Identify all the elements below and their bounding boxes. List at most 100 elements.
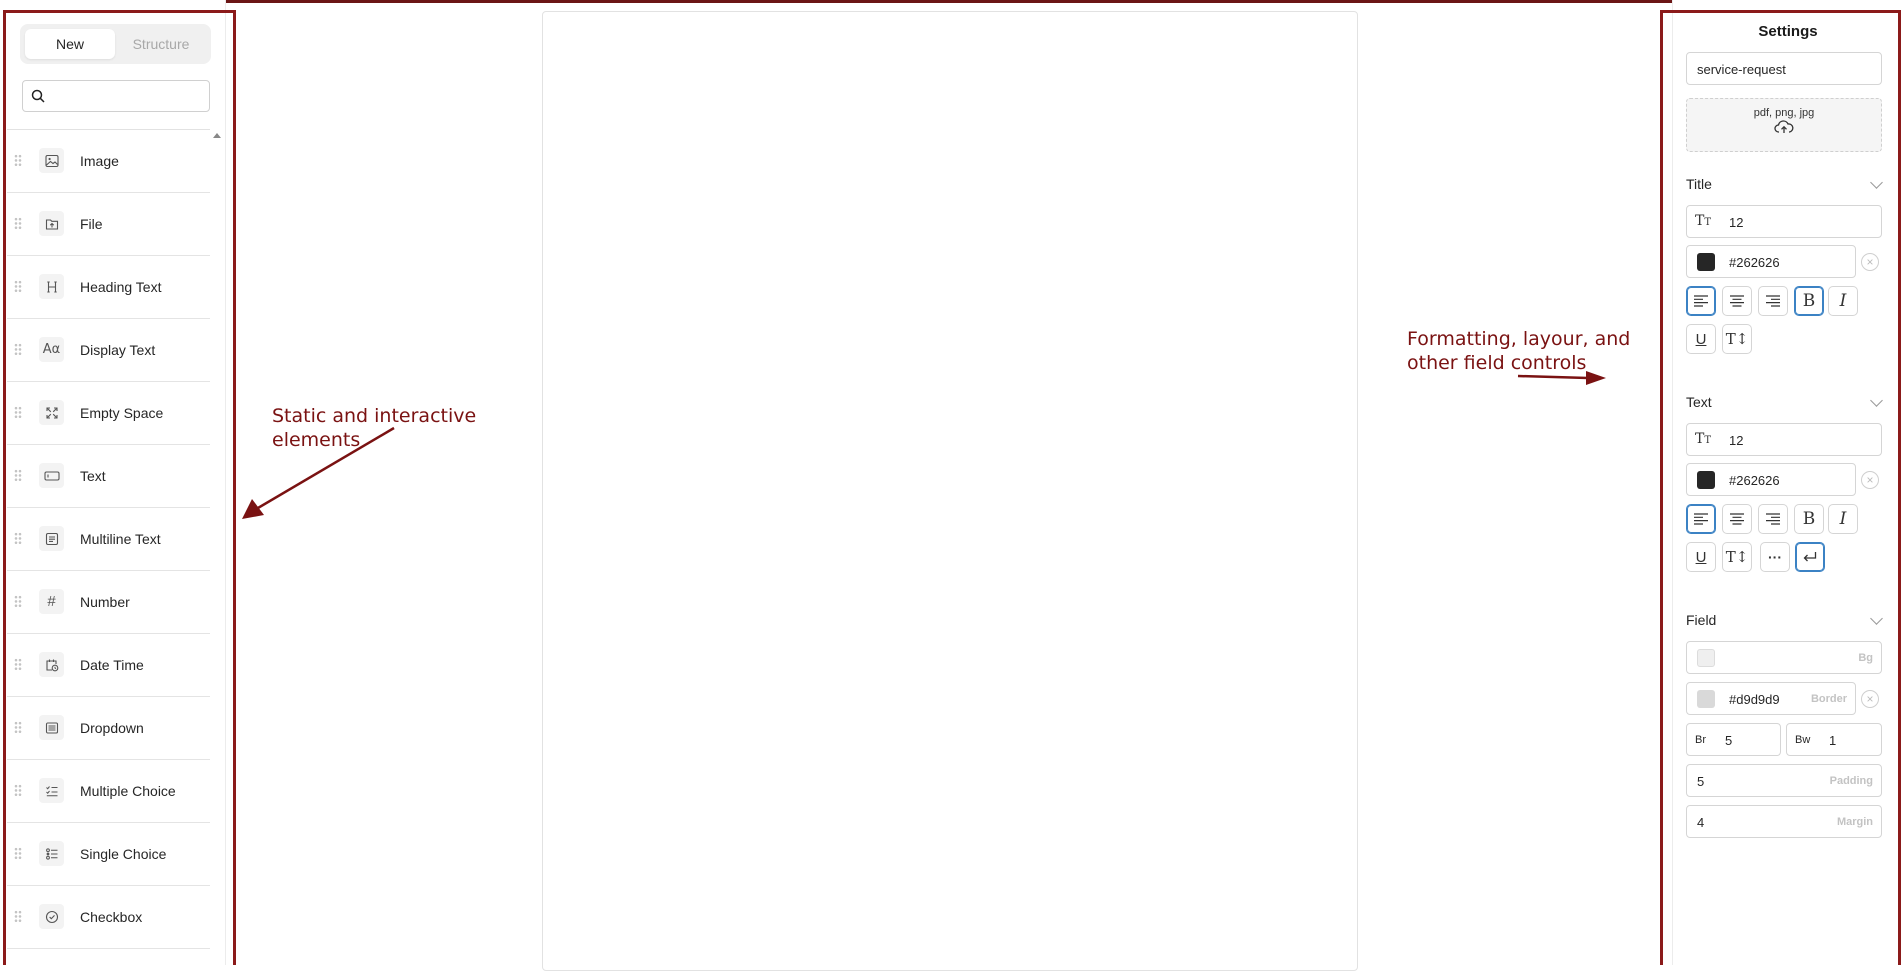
align-left-icon	[1694, 513, 1708, 525]
bold-button[interactable]: B	[1794, 286, 1824, 316]
text-wrap-button[interactable]	[1795, 542, 1825, 572]
drag-handle-icon[interactable]	[14, 343, 22, 356]
annotation-line: elements	[272, 429, 361, 451]
drag-handle-icon[interactable]	[14, 784, 22, 797]
tab-structure[interactable]: Structure	[116, 29, 206, 59]
clear-color-icon[interactable]: ×	[1861, 253, 1879, 271]
heading-icon	[39, 274, 64, 299]
margin-input[interactable]	[1695, 814, 1809, 831]
bold-icon: B	[1802, 291, 1816, 311]
color-swatch[interactable]	[1697, 690, 1715, 708]
element-item-checkbox[interactable]: Checkbox	[7, 886, 210, 949]
element-item-multiple-choice[interactable]: Multiple Choice	[7, 760, 210, 823]
chevron-down-icon[interactable]	[1870, 612, 1883, 625]
drag-handle-icon[interactable]	[14, 154, 22, 167]
underline-icon: U	[1695, 548, 1707, 566]
color-swatch[interactable]	[1697, 253, 1715, 271]
element-label: Number	[80, 594, 130, 610]
align-left-button[interactable]	[1686, 286, 1716, 316]
line-height-button[interactable]: T↕	[1722, 542, 1752, 572]
element-item-text[interactable]: Text	[7, 445, 210, 508]
enter-wrap-icon	[1803, 552, 1817, 562]
text-font-size-input[interactable]	[1727, 432, 1871, 449]
check-circle-icon	[39, 904, 64, 929]
element-label: Checkbox	[80, 909, 143, 925]
text-section-header[interactable]: Text	[1686, 394, 1712, 410]
font-size-icon: TT	[1695, 213, 1712, 229]
drag-handle-icon[interactable]	[14, 280, 22, 293]
field-section-header[interactable]: Field	[1686, 612, 1716, 628]
title-font-size-input[interactable]	[1727, 214, 1871, 231]
italic-button[interactable]: I	[1828, 286, 1858, 316]
drag-handle-icon[interactable]	[14, 910, 22, 923]
title-color-input[interactable]	[1727, 254, 1851, 271]
color-swatch[interactable]	[1697, 649, 1715, 667]
bg-label: Bg	[1858, 652, 1873, 664]
element-item-dropdown[interactable]: Dropdown	[7, 697, 210, 760]
element-label: Dropdown	[80, 720, 144, 736]
element-item-multiline-text[interactable]: Multiline Text	[7, 508, 210, 571]
bold-button[interactable]: B	[1794, 504, 1824, 534]
elements-panel: New Structure Image File Heading Text Aα…	[0, 0, 226, 965]
element-item-date-time[interactable]: Date Time	[7, 634, 210, 697]
element-item-heading-text[interactable]: Heading Text	[7, 256, 210, 319]
align-right-icon	[1766, 295, 1780, 307]
drag-handle-icon[interactable]	[14, 532, 22, 545]
line-height-icon: T↕	[1725, 548, 1749, 566]
drag-handle-icon[interactable]	[14, 406, 22, 419]
ellipsis-button[interactable]: ···	[1760, 542, 1790, 572]
underline-button[interactable]: U	[1686, 542, 1716, 572]
checklist-icon	[39, 778, 64, 803]
border-radius-input[interactable]	[1723, 732, 1777, 749]
scroll-up-arrow[interactable]	[213, 133, 221, 138]
file-upload-icon	[39, 211, 64, 236]
color-swatch[interactable]	[1697, 471, 1715, 489]
align-right-button[interactable]	[1758, 504, 1788, 534]
text-font-size-field: TT	[1686, 423, 1882, 456]
element-item-single-choice[interactable]: Single Choice	[7, 823, 210, 886]
form-canvas[interactable]	[542, 11, 1358, 971]
text-field-icon	[39, 463, 64, 488]
field-bg-input[interactable]	[1727, 650, 1831, 667]
element-item-number[interactable]: # Number	[7, 571, 210, 634]
border-width-input[interactable]	[1827, 732, 1879, 749]
search-input[interactable]	[51, 85, 205, 109]
settings-title: Settings	[1758, 23, 1818, 40]
title-font-size-field: TT	[1686, 205, 1882, 238]
annotation-line: other field controls	[1407, 352, 1587, 374]
settings-panel: Settings pdf, png, jpg Title TT × B I U …	[1672, 0, 1904, 965]
align-center-button[interactable]	[1722, 286, 1752, 316]
element-search	[22, 80, 210, 112]
image-icon	[39, 148, 64, 173]
align-right-button[interactable]	[1758, 286, 1788, 316]
align-center-button[interactable]	[1722, 504, 1752, 534]
drag-handle-icon[interactable]	[14, 721, 22, 734]
text-color-input[interactable]	[1727, 472, 1851, 489]
italic-button[interactable]: I	[1828, 504, 1858, 534]
title-section-header[interactable]: Title	[1686, 176, 1712, 192]
padding-input[interactable]	[1695, 773, 1809, 790]
drag-handle-icon[interactable]	[14, 847, 22, 860]
tab-new[interactable]: New	[25, 29, 115, 59]
drag-handle-icon[interactable]	[14, 469, 22, 482]
clear-color-icon[interactable]: ×	[1861, 471, 1879, 489]
drag-handle-icon[interactable]	[14, 217, 22, 230]
file-upload-dropzone[interactable]: pdf, png, jpg	[1686, 98, 1882, 152]
clear-color-icon[interactable]: ×	[1861, 690, 1879, 708]
drag-handle-icon[interactable]	[14, 658, 22, 671]
element-item-image[interactable]: Image	[7, 130, 210, 193]
element-item-file[interactable]: File	[7, 193, 210, 256]
underline-button[interactable]: U	[1686, 324, 1716, 354]
upload-types-label: pdf, png, jpg	[1753, 107, 1815, 119]
line-height-button[interactable]: T↕	[1722, 324, 1752, 354]
align-left-button[interactable]	[1686, 504, 1716, 534]
arrow-head-icon	[242, 499, 264, 519]
drag-handle-icon[interactable]	[14, 595, 22, 608]
form-name-input[interactable]	[1695, 61, 1879, 78]
arrow-to-controls	[1517, 374, 1589, 380]
chevron-down-icon[interactable]	[1870, 394, 1883, 407]
element-item-empty-space[interactable]: Empty Space	[7, 382, 210, 445]
element-item-display-text[interactable]: Aα Display Text	[7, 319, 210, 382]
chevron-down-icon[interactable]	[1870, 176, 1883, 189]
field-border-color-input[interactable]	[1727, 691, 1801, 708]
